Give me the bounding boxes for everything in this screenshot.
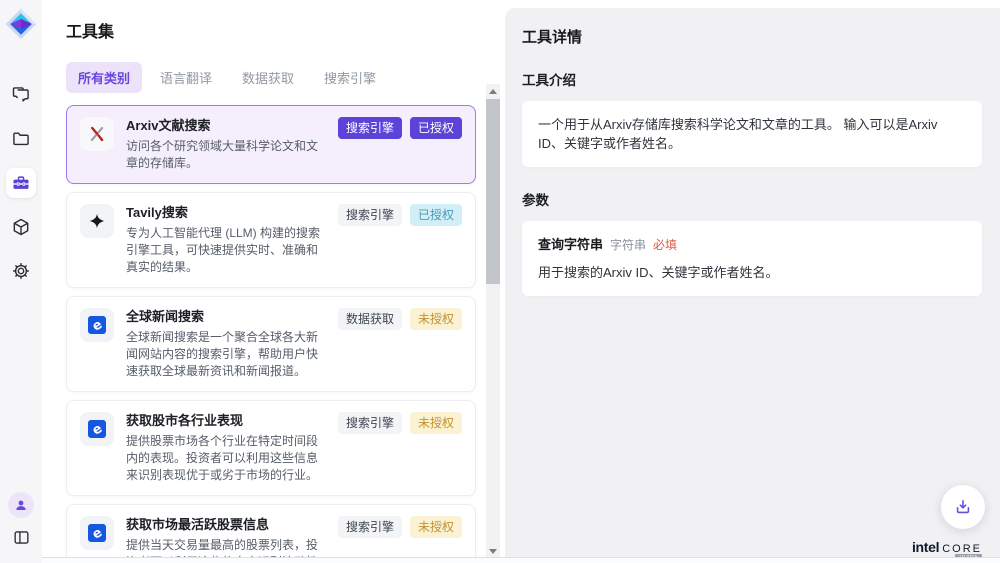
details-title: 工具详情 <box>522 26 982 47</box>
category-tabs: 所有类别 语言翻译 数据获取 搜索引擎 <box>66 62 505 93</box>
toolbox-icon[interactable] <box>6 168 36 198</box>
scroll-down-arrow-icon[interactable] <box>489 549 497 554</box>
tool-card-active-stocks[interactable]: e 获取市场最活跃股票信息 提供当天交易量最高的股票列表，投资者可以利用这些信息… <box>66 504 476 563</box>
params-heading: 参数 <box>522 189 982 209</box>
category-badge: 搜索引擎 <box>338 117 402 139</box>
window-bottom-edge <box>42 557 1000 563</box>
tab-language-translation[interactable]: 语言翻译 <box>148 62 224 93</box>
sidebar-nav <box>6 80 36 286</box>
tool-description: 全球新闻搜索是一个聚合全球各大新闻网站内容的搜索引擎，帮助用户快速获取全球最新资… <box>126 329 328 380</box>
tool-description: 访问各个研究领域大量科学论文和文章的存储库。 <box>126 138 328 172</box>
app-window: 工具集 所有类别 语言翻译 数据获取 搜索引擎 Arxiv文献搜索 访问各个研究… <box>0 0 1000 563</box>
tool-card-arxiv[interactable]: Arxiv文献搜索 访问各个研究领域大量科学论文和文章的存储库。 搜索引擎 已授… <box>66 105 476 184</box>
tool-title: 获取市场最活跃股票信息 <box>126 516 328 534</box>
tool-title: Tavily搜索 <box>126 204 328 222</box>
category-badge: 搜索引擎 <box>338 412 402 434</box>
page-title: 工具集 <box>66 18 505 42</box>
arxiv-logo-icon <box>80 117 114 151</box>
param-required-flag: 必填 <box>653 236 677 255</box>
tool-list: Arxiv文献搜索 访问各个研究领域大量科学论文和文章的存储库。 搜索引擎 已授… <box>66 105 476 563</box>
download-button[interactable] <box>941 485 985 529</box>
tool-title: 获取股市各行业表现 <box>126 412 328 430</box>
juhe-logo-icon: e <box>80 308 114 342</box>
tool-title: 全球新闻搜索 <box>126 308 328 326</box>
tab-search-engine[interactable]: 搜索引擎 <box>312 62 388 93</box>
app-logo-icon[interactable] <box>3 6 39 42</box>
sidebar <box>0 0 42 563</box>
tab-data-fetch[interactable]: 数据获取 <box>230 62 306 93</box>
scrollbar-thumb[interactable] <box>486 99 500 284</box>
tavily-star-icon <box>80 204 114 238</box>
tool-card-global-news[interactable]: e 全球新闻搜索 全球新闻搜索是一个聚合全球各大新闻网站内容的搜索引擎，帮助用户… <box>66 296 476 392</box>
auth-status-badge: 未授权 <box>410 412 462 434</box>
tool-title: Arxiv文献搜索 <box>126 117 328 135</box>
settings-gear-icon[interactable] <box>6 256 36 286</box>
tool-description: 专为人工智能代理 (LLM) 构建的搜索引擎工具，可快速提供实时、准确和真实的结… <box>126 225 328 276</box>
parameter-card: 查询字符串 字符串 必填 用于搜索的Arxiv ID、关键字或作者姓名。 <box>522 221 982 296</box>
chat-icon[interactable] <box>6 80 36 110</box>
scroll-up-arrow-icon[interactable] <box>489 89 497 94</box>
cube-icon[interactable] <box>6 212 36 242</box>
intel-core-logo: intel core ULTRA <box>912 539 982 555</box>
auth-status-badge: 未授权 <box>410 308 462 330</box>
juhe-logo-icon: e <box>80 412 114 446</box>
juhe-logo-icon: e <box>80 516 114 550</box>
tool-card-tavily[interactable]: Tavily搜索 专为人工智能代理 (LLM) 构建的搜索引擎工具，可快速提供实… <box>66 192 476 288</box>
category-badge: 数据获取 <box>338 308 402 330</box>
intro-card: 一个用于从Arxiv存储库搜索科学论文和文章的工具。 输入可以是Arxiv ID… <box>522 101 982 167</box>
auth-status-badge: 已授权 <box>410 204 462 226</box>
tool-description: 提供股票市场各个行业在特定时间段内的表现。投资者可以利用这些信息来识别表现优于或… <box>126 433 328 484</box>
intro-heading: 工具介绍 <box>522 69 982 89</box>
list-scrollbar[interactable] <box>486 84 500 559</box>
auth-status-badge: 已授权 <box>410 117 462 139</box>
user-avatar[interactable] <box>8 492 34 518</box>
param-description: 用于搜索的Arxiv ID、关键字或作者姓名。 <box>538 264 966 282</box>
param-name: 查询字符串 <box>538 235 603 254</box>
param-type: 字符串 <box>610 236 646 255</box>
sidebar-bottom <box>8 492 34 547</box>
folder-icon[interactable] <box>6 124 36 154</box>
auth-status-badge: 未授权 <box>410 516 462 538</box>
tool-details-panel: 工具详情 工具介绍 一个用于从Arxiv存储库搜索科学论文和文章的工具。 输入可… <box>505 8 1000 563</box>
toolset-panel: 工具集 所有类别 语言翻译 数据获取 搜索引擎 Arxiv文献搜索 访问各个研究… <box>42 0 505 563</box>
tab-all-categories[interactable]: 所有类别 <box>66 62 142 93</box>
details-wrap: 工具详情 工具介绍 一个用于从Arxiv存储库搜索科学论文和文章的工具。 输入可… <box>505 0 1000 563</box>
tool-card-stock-sectors[interactable]: e 获取股市各行业表现 提供股票市场各个行业在特定时间段内的表现。投资者可以利用… <box>66 400 476 496</box>
category-badge: 搜索引擎 <box>338 516 402 538</box>
collapse-panel-icon[interactable] <box>12 528 31 547</box>
category-badge: 搜索引擎 <box>338 204 402 226</box>
